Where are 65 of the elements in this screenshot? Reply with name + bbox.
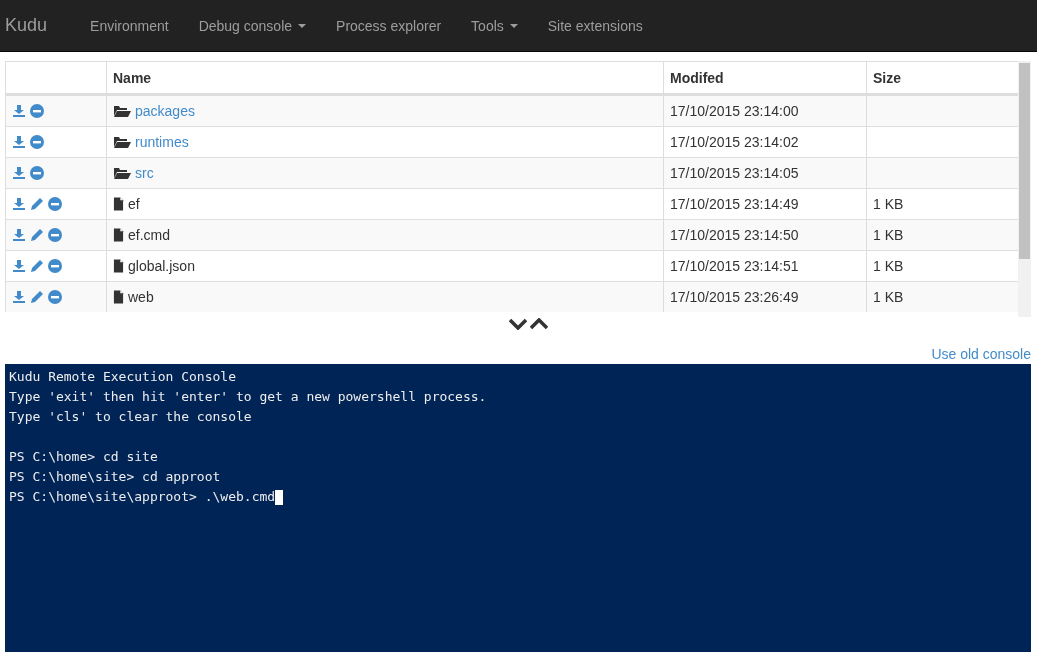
file-icon [113, 259, 124, 273]
console-line: Kudu Remote Execution Console [9, 368, 236, 386]
brand-link[interactable]: Kudu [5, 15, 48, 36]
download-icon[interactable] [12, 259, 26, 273]
file-name: ef.cmd [128, 227, 170, 243]
table-cell: 17/10/2015 23:14:50 [663, 219, 866, 250]
console-line: PS C:\home\site\approot> .\web.cmd [9, 488, 276, 506]
folder-link[interactable]: src [135, 165, 154, 181]
table-cell: 17/10/2015 23:14:02 [663, 126, 866, 157]
table-cell: 1 KB [866, 219, 1018, 250]
nav-link[interactable]: Debug console [183, 17, 322, 34]
table-cell: 1 KB [866, 188, 1018, 219]
chevron-down-icon[interactable] [509, 318, 527, 330]
pencil-icon[interactable] [30, 228, 44, 242]
caret-icon [509, 23, 518, 28]
scrollbar[interactable] [1018, 61, 1031, 317]
console-line: Type 'cls' to clear the console [9, 408, 252, 426]
console-line: PS C:\home\site> cd approot [9, 468, 221, 486]
file-name: web [128, 289, 154, 305]
nav-link[interactable]: Process explorer [321, 17, 457, 34]
scrollbar-thumb[interactable] [1019, 63, 1030, 259]
download-icon[interactable] [12, 290, 26, 304]
download-icon[interactable] [12, 228, 26, 242]
pencil-icon[interactable] [30, 290, 44, 304]
delete-icon[interactable] [48, 197, 62, 211]
folder-icon [113, 166, 131, 180]
file-icon [113, 197, 124, 211]
delete-icon[interactable] [48, 228, 62, 242]
delete-icon[interactable] [48, 290, 62, 304]
file-name: ef [128, 196, 140, 212]
chevron-up-icon[interactable] [530, 318, 548, 330]
pencil-icon[interactable] [30, 259, 44, 273]
table-cell: 17/10/2015 23:14:05 [663, 157, 866, 188]
caret-icon [298, 23, 307, 28]
delete-icon[interactable] [48, 259, 62, 273]
pencil-icon[interactable] [30, 197, 44, 211]
nav-link[interactable]: Site extensions [532, 17, 658, 34]
folder-link[interactable]: packages [135, 103, 195, 119]
table-cell: 1 KB [866, 281, 1018, 312]
download-icon[interactable] [12, 166, 26, 180]
old-console-link[interactable]: Use old console [931, 346, 1031, 362]
console-line: PS C:\home> cd site [9, 448, 158, 466]
file-name: global.json [128, 258, 195, 274]
file-icon [113, 290, 124, 304]
table-cell: 17/10/2015 23:14:49 [663, 188, 866, 219]
column-header: Modifed [663, 61, 866, 95]
column-header: Name [106, 61, 663, 95]
table-cell: 1 KB [866, 250, 1018, 281]
delete-icon[interactable] [30, 135, 44, 149]
table-cell: 17/10/2015 23:14:00 [663, 95, 866, 126]
folder-icon [113, 104, 131, 118]
download-icon[interactable] [12, 104, 26, 118]
nav-link[interactable]: Tools [456, 17, 533, 34]
folder-icon [113, 135, 131, 149]
column-header: Size [866, 61, 1018, 95]
console-line: Type 'exit' then hit 'enter' to get a new powershell process. [9, 388, 487, 406]
file-icon [113, 228, 124, 242]
download-icon[interactable] [12, 197, 26, 211]
download-icon[interactable] [12, 135, 26, 149]
folder-link[interactable]: runtimes [135, 134, 189, 150]
table-cell: 17/10/2015 23:26:49 [663, 281, 866, 312]
table-cell: 17/10/2015 23:14:51 [663, 250, 866, 281]
delete-icon[interactable] [30, 104, 44, 118]
delete-icon[interactable] [30, 166, 44, 180]
nav-link[interactable]: Environment [75, 17, 184, 34]
